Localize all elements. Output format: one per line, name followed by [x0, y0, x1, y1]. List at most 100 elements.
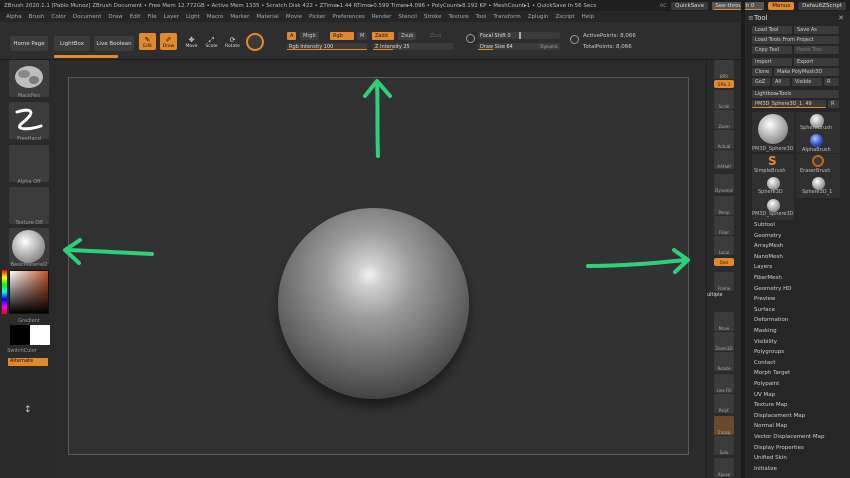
- subpalette-contact[interactable]: Contact: [754, 360, 844, 366]
- menu-picker[interactable]: Picker: [309, 14, 325, 20]
- frame-button[interactable]: Frame: [714, 272, 734, 291]
- draw-mode-button[interactable]: ✐ Draw: [160, 33, 177, 50]
- menu-edit[interactable]: Edit: [130, 14, 141, 20]
- load-tool-button[interactable]: Load Tool: [752, 26, 792, 34]
- persp-button[interactable]: Persp: [714, 196, 734, 215]
- resize-handle-icon[interactable]: ↕: [24, 405, 32, 415]
- subpalette-nanomesh[interactable]: NanoMesh: [754, 254, 844, 260]
- paste-tool-button[interactable]: Paste Tool: [794, 46, 839, 54]
- draw-size-slider[interactable]: Draw Size 64 Dynamic: [478, 43, 560, 50]
- mrgb-button[interactable]: Mrgb: [300, 32, 319, 40]
- zoom3d-button[interactable]: Zoom3D: [714, 332, 734, 351]
- live-boolean-button[interactable]: Live Boolean: [94, 36, 134, 51]
- subpalette-geometry-hd[interactable]: Geometry HD: [754, 286, 844, 292]
- close-icon[interactable]: ✕: [838, 14, 844, 22]
- menu-preferences[interactable]: Preferences: [332, 14, 364, 20]
- quicksave-button[interactable]: QuickSave: [671, 1, 709, 10]
- rgb-button[interactable]: Rgb: [330, 32, 354, 40]
- zsub-button[interactable]: Zsub: [398, 32, 417, 40]
- menu-alpha[interactable]: Alpha: [6, 14, 22, 20]
- subpalette-geometry[interactable]: Geometry: [754, 233, 844, 239]
- menu-transform[interactable]: Transform: [493, 14, 520, 20]
- menu-movie[interactable]: Movie: [286, 14, 302, 20]
- brush-thumbnail[interactable]: [9, 60, 49, 97]
- secondary-color-swatch[interactable]: [30, 325, 50, 345]
- actual-button[interactable]: Actual: [714, 130, 734, 149]
- menu-draw[interactable]: Draw: [108, 14, 122, 20]
- qviz-button[interactable]: Qviz: [714, 258, 734, 266]
- subpalette-polygroups[interactable]: Polygroups: [754, 349, 844, 355]
- subpalette-polypaint[interactable]: Polypaint: [754, 381, 844, 387]
- line-fill-button[interactable]: Line Fill: [714, 374, 734, 393]
- copy-tool-button[interactable]: Copy Tool: [752, 46, 792, 54]
- menu-stroke[interactable]: Stroke: [424, 14, 442, 20]
- menu-zplugin[interactable]: Zplugin: [528, 14, 549, 20]
- current-tool-slider[interactable]: PM3D_Sphere3D_1. 49: [752, 100, 826, 108]
- goz-all-button[interactable]: All: [772, 78, 790, 86]
- lightbox-button[interactable]: LightBox: [54, 36, 90, 51]
- subpalette-arraymesh[interactable]: ArrayMesh: [754, 243, 844, 249]
- subpalette-surface[interactable]: Surface: [754, 307, 844, 313]
- dynamic-persp-button[interactable]: Dynamic: [714, 174, 734, 193]
- clone-button[interactable]: Clone: [752, 68, 772, 76]
- menu-brush[interactable]: Brush: [29, 14, 45, 20]
- see-through-slider[interactable]: See-through 0: [712, 1, 765, 10]
- menu-material[interactable]: Material: [256, 14, 278, 20]
- goz-button[interactable]: GoZ: [752, 78, 770, 86]
- subpalette-display-properties[interactable]: Display Properties: [754, 445, 844, 451]
- a-button[interactable]: A: [287, 32, 297, 40]
- menu-file[interactable]: File: [147, 14, 156, 20]
- hue-strip[interactable]: [2, 270, 7, 314]
- z-intensity-slider[interactable]: Z Intensity 25: [373, 43, 453, 50]
- alpha-thumbnail[interactable]: [9, 145, 49, 182]
- menu-color[interactable]: Color: [52, 14, 66, 20]
- subpalette-fibermesh[interactable]: FiberMesh: [754, 275, 844, 281]
- lightbox-tools-button[interactable]: Lightbox▸Tools: [752, 90, 839, 98]
- solo-button[interactable]: Solo: [714, 436, 734, 455]
- subpalette-preview[interactable]: Preview: [754, 296, 844, 302]
- floor-button[interactable]: Floor: [714, 216, 734, 235]
- xpose-button[interactable]: Xpose: [714, 458, 734, 477]
- subpalette-layers[interactable]: Layers: [754, 264, 844, 270]
- rotate-mode-button[interactable]: ⟳ Rotate: [224, 33, 241, 50]
- bpr-button[interactable]: BPR: [714, 60, 734, 79]
- local-button[interactable]: Local: [714, 236, 734, 255]
- subpalette-subtool[interactable]: Subtool: [754, 222, 844, 228]
- texture-thumbnail[interactable]: [9, 187, 49, 224]
- focal-shift-slider[interactable]: Focal Shift 0: [478, 32, 560, 39]
- dynamic-toggle[interactable]: Dynamic: [540, 44, 558, 49]
- menus-button[interactable]: Menus: [768, 1, 795, 10]
- subpalette-texture-map[interactable]: Texture Map: [754, 402, 844, 408]
- menu-stencil[interactable]: Stencil: [398, 14, 417, 20]
- menu-marker[interactable]: Marker: [230, 14, 249, 20]
- subpalette-displacement-map[interactable]: Displacement Map: [754, 413, 844, 419]
- material-thumbnail[interactable]: [9, 228, 49, 265]
- polyf-button[interactable]: PolyF: [714, 394, 734, 413]
- edit-mode-button[interactable]: ✎ Edit: [139, 33, 156, 50]
- ac-button[interactable]: AC: [660, 3, 668, 9]
- tray-scrollbar[interactable]: [741, 0, 745, 478]
- home-page-button[interactable]: Home Page: [10, 36, 48, 51]
- subpalette-uv-map[interactable]: UV Map: [754, 392, 844, 398]
- aahalf-button[interactable]: AAHalf: [714, 150, 734, 169]
- gizmo-icon[interactable]: [246, 33, 264, 51]
- scroll-button[interactable]: Scroll: [714, 90, 734, 109]
- subpalette-morph-target[interactable]: Morph Target: [754, 370, 844, 376]
- transp-button[interactable]: Transp: [714, 416, 734, 435]
- menu-zscript[interactable]: Zscript: [555, 14, 574, 20]
- rgb-intensity-slider[interactable]: Rgb Intensity 100: [287, 43, 367, 50]
- subpalette-normal-map[interactable]: Normal Map: [754, 423, 844, 429]
- current-tool-r-button[interactable]: R: [828, 100, 839, 108]
- menu-document[interactable]: Document: [73, 14, 102, 20]
- zoom-button[interactable]: Zoom: [714, 110, 734, 129]
- collapse-icon[interactable]: ≡: [748, 14, 754, 22]
- subpalette-visibility[interactable]: Visibility: [754, 339, 844, 345]
- menu-layer[interactable]: Layer: [164, 14, 179, 20]
- spix-slider[interactable]: SPix 3: [714, 80, 734, 88]
- menu-render[interactable]: Render: [372, 14, 392, 20]
- sphere-mesh[interactable]: [278, 208, 469, 399]
- scale-mode-button[interactable]: ⤢ Scale: [203, 33, 220, 50]
- zadd-button[interactable]: Zadd: [372, 32, 394, 40]
- make-polymesh3d-button[interactable]: Make PolyMesh3D: [774, 68, 839, 76]
- rotate-button[interactable]: Rotate: [714, 352, 734, 371]
